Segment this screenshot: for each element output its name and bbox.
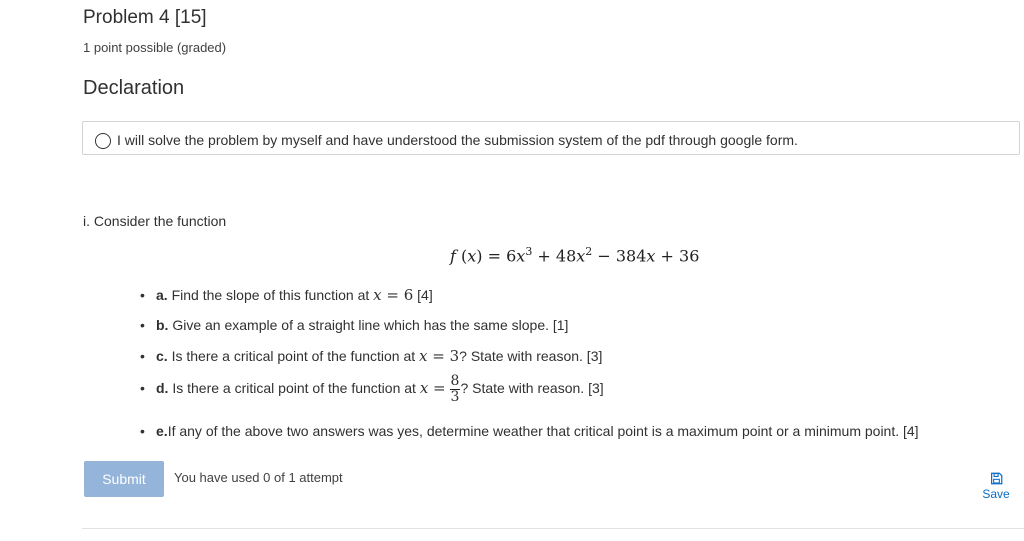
item-math: x = 3 — [419, 347, 460, 365]
item-label: b. — [156, 317, 169, 333]
fraction: 83 — [449, 373, 461, 405]
submit-button[interactable]: Submit — [84, 461, 164, 497]
item-suffix: ? State with reason. [3] — [459, 348, 603, 364]
save-button[interactable]: Save — [975, 472, 1017, 501]
item-suffix: ? State with reason. [3] — [460, 380, 604, 397]
points-possible: 1 point possible (graded) — [83, 40, 227, 55]
item-text: Is there a critical point of the functio… — [167, 348, 420, 364]
save-label: Save — [982, 487, 1010, 501]
bullet: • — [140, 380, 145, 397]
item-text: Is there a critical point of the functio… — [168, 380, 420, 397]
list-item: • b. Give an example of a straight line w… — [140, 317, 568, 333]
floppy-disk-icon — [990, 472, 1002, 485]
bullet: • — [140, 287, 145, 303]
item-label: a. — [156, 287, 168, 303]
list-item: • a. Find the slope of this function at x… — [140, 286, 433, 304]
item-suffix: [4] — [413, 287, 433, 303]
list-item: • c. Is there a critical point of the fun… — [140, 347, 602, 365]
list-item: • d. Is there a critical point of the fun… — [140, 374, 604, 405]
item-text: Give an example of a straight line which… — [168, 317, 569, 333]
fraction-denominator: 3 — [450, 389, 460, 405]
item-text: Find the slope of this function at — [167, 287, 374, 303]
attempts-text: You have used 0 of 1 attempt — [174, 470, 343, 485]
declaration-radio[interactable] — [95, 133, 111, 149]
function-formula: f (x) = 6x3 + 48x2 − 384x + 36 — [450, 245, 700, 266]
bullet: • — [140, 348, 145, 364]
declaration-heading: Declaration — [83, 77, 185, 99]
bullet: • — [140, 423, 145, 439]
item-math: x = 6 — [373, 286, 414, 304]
fraction-numerator: 8 — [449, 373, 461, 390]
bullet: • — [140, 317, 145, 333]
item-label: e. — [156, 423, 168, 439]
problem-title: Problem 4 [15] — [83, 7, 207, 28]
item-label: d. — [156, 380, 169, 397]
item-text: If any of the above two answers was yes,… — [167, 423, 919, 439]
item-math: x = — [419, 379, 446, 398]
declaration-option[interactable]: I will solve the problem by myself and h… — [82, 121, 1020, 155]
list-item: • e.If any of the above two answers was y… — [140, 423, 919, 439]
declaration-option-label: I will solve the problem by myself and h… — [117, 132, 798, 148]
question-intro: i. Consider the function — [83, 213, 227, 229]
divider — [82, 528, 1024, 529]
item-label: c. — [156, 348, 168, 364]
